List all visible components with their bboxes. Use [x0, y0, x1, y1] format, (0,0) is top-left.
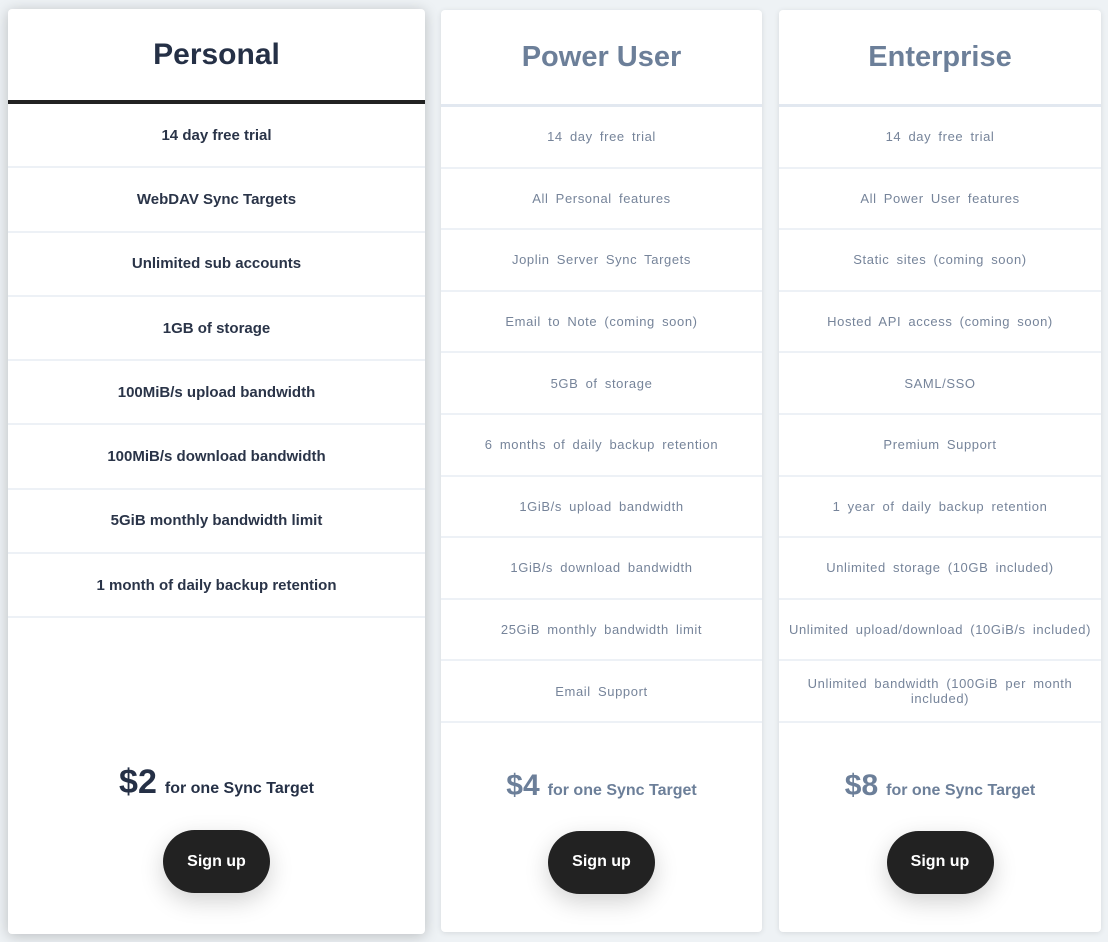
plan-title: Power User: [441, 10, 762, 107]
signup-button[interactable]: Sign up: [548, 830, 655, 894]
feature-item: Unlimited bandwidth (100GiB per month in…: [779, 661, 1101, 723]
plan-title: Enterprise: [779, 10, 1101, 107]
signup-button[interactable]: Sign up: [886, 830, 994, 894]
feature-item: 1 year of daily backup retention: [779, 477, 1101, 539]
feature-item: All Power User features: [779, 169, 1101, 231]
feature-item: SAML/SSO: [779, 353, 1101, 415]
feature-item: 14 day free trial: [441, 107, 762, 169]
feature-item: 100MiB/s upload bandwidth: [8, 361, 425, 426]
plan-title: Personal: [8, 9, 425, 104]
price-amount: $4: [506, 768, 540, 802]
price-line: $8 for one Sync Target: [845, 769, 1035, 803]
price-description: for one Sync Target: [886, 781, 1036, 799]
feature-item: Email Support: [441, 661, 762, 723]
price-description: for one Sync Target: [547, 781, 697, 799]
feature-item: 25GiB monthly bandwidth limit: [441, 600, 762, 662]
signup-button[interactable]: Sign up: [163, 830, 270, 894]
plan-footer: $8 for one Sync Target Sign up: [779, 723, 1101, 932]
feature-item: 1 month of daily backup retention: [8, 554, 425, 619]
feature-item: Joplin Server Sync Targets: [441, 230, 762, 292]
feature-item: WebDAV Sync Targets: [8, 168, 425, 233]
feature-list: 14 day free trial All Personal features …: [441, 107, 762, 723]
plan-footer: $4 for one Sync Target Sign up: [441, 723, 762, 932]
feature-item: Unlimited sub accounts: [8, 233, 425, 297]
plan-card-personal: Personal 14 day free trial WebDAV Sync T…: [8, 9, 425, 934]
feature-item: 1GiB/s download bandwidth: [441, 538, 762, 600]
feature-item: 1GiB/s upload bandwidth: [441, 477, 762, 539]
plan-card-enterprise: Enterprise 14 day free trial All Power U…: [779, 10, 1101, 932]
feature-item: Premium Support: [779, 415, 1101, 477]
feature-item: Unlimited storage (10GB included): [779, 538, 1101, 600]
price-line: $4 for one Sync Target: [506, 769, 696, 803]
price-amount: $2: [119, 763, 157, 802]
plan-card-power-user: Power User 14 day free trial All Persona…: [441, 10, 762, 932]
feature-item: Unlimited upload/download (10GiB/s inclu…: [779, 600, 1101, 662]
price-description: for one Sync Target: [164, 780, 314, 798]
feature-item: 5GiB monthly bandwidth limit: [8, 490, 425, 555]
feature-item: 14 day free trial: [8, 104, 425, 169]
feature-item: 1GB of storage: [8, 297, 425, 362]
plan-footer: $2 for one Sync Target Sign up: [8, 618, 425, 934]
feature-item: All Personal features: [441, 169, 762, 231]
pricing-plans: Personal 14 day free trial WebDAV Sync T…: [0, 0, 1108, 942]
feature-item: 6 months of daily backup retention: [441, 415, 762, 477]
feature-list: 14 day free trial All Power User feature…: [779, 107, 1101, 723]
feature-item: Hosted API access (coming soon): [779, 292, 1101, 354]
feature-item: 100MiB/s download bandwidth: [8, 425, 425, 490]
feature-item: Static sites (coming soon): [779, 230, 1101, 292]
price-amount: $8: [844, 768, 879, 802]
feature-item: 5GB of storage: [441, 353, 762, 415]
feature-item: 14 day free trial: [779, 107, 1101, 169]
price-line: $2 for one Sync Target: [119, 763, 314, 802]
feature-item: Email to Note (coming soon): [441, 292, 762, 354]
feature-list: 14 day free trial WebDAV Sync Targets Un…: [8, 104, 425, 619]
